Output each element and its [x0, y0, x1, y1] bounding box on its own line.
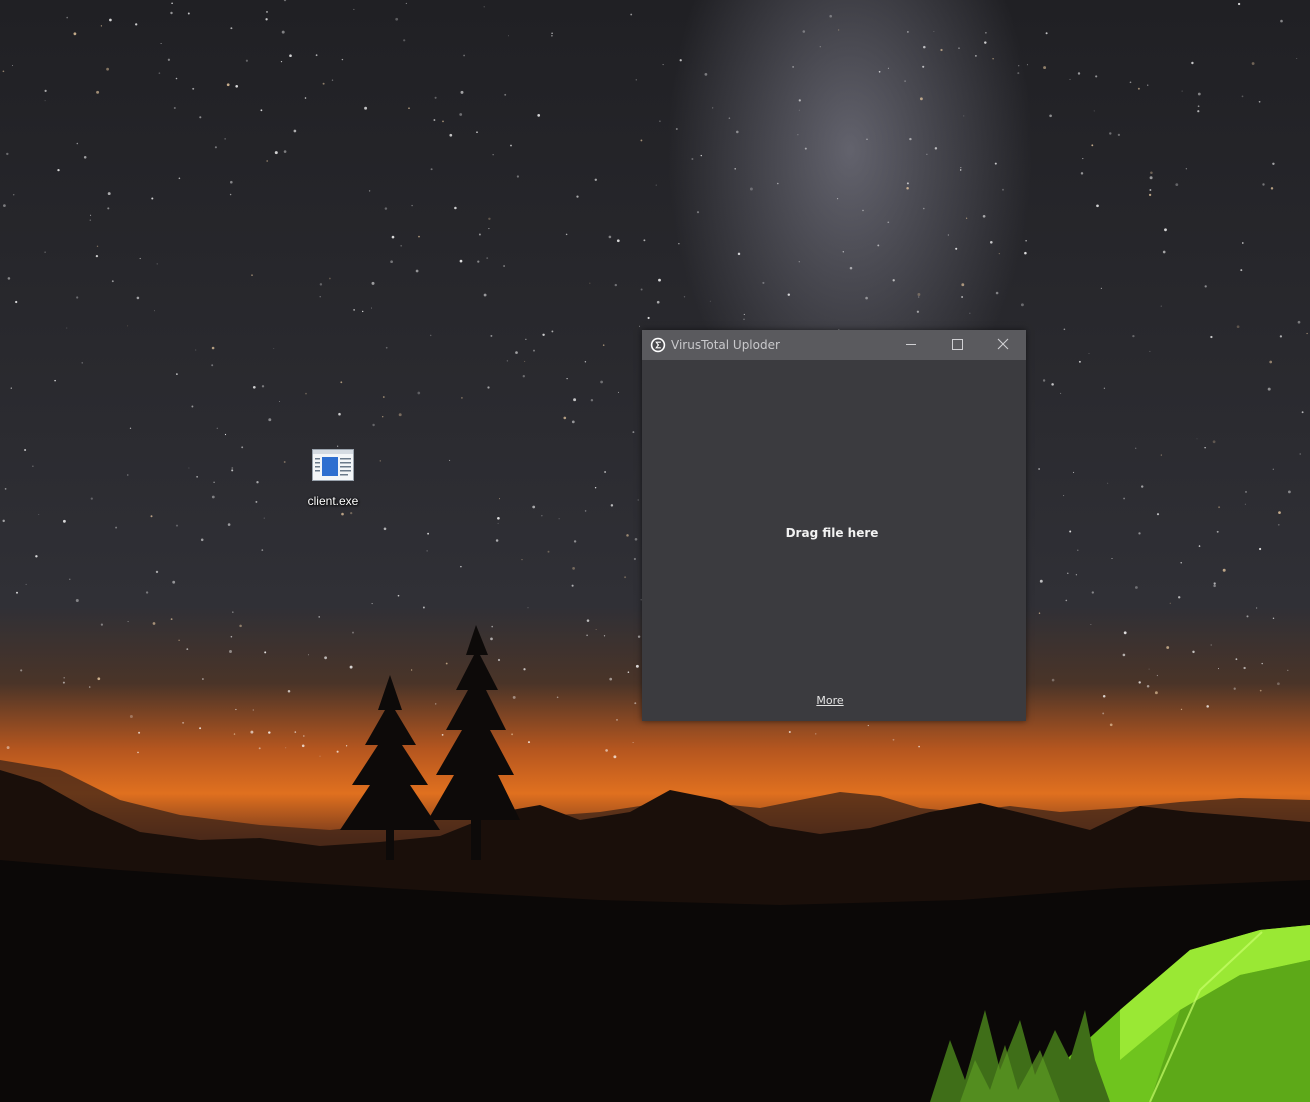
close-icon — [997, 338, 1009, 350]
close-button[interactable] — [980, 330, 1026, 360]
desktop-icon-client-exe[interactable]: client.exe — [298, 445, 368, 508]
maximize-button[interactable] — [934, 330, 980, 360]
drop-zone[interactable]: Drag file here More — [642, 360, 1026, 721]
window-title: VirusTotal Uploder — [671, 338, 780, 352]
minimize-button[interactable] — [888, 330, 934, 360]
executable-file-icon — [312, 449, 354, 481]
title-bar[interactable]: VirusTotal Uploder — [642, 330, 1026, 360]
drop-zone-label: Drag file here — [785, 526, 879, 540]
desktop-icon-label: client.exe — [307, 494, 359, 508]
more-link-container: More — [642, 694, 1018, 707]
more-link[interactable]: More — [816, 694, 843, 707]
minimize-icon — [906, 344, 916, 345]
virustotal-sigma-icon — [650, 337, 666, 353]
desktop[interactable]: client.exe VirusTotal Uploder Drag file … — [0, 0, 1310, 1102]
virustotal-uploader-window[interactable]: VirusTotal Uploder Drag file here More — [642, 330, 1026, 721]
maximize-icon — [952, 339, 963, 350]
